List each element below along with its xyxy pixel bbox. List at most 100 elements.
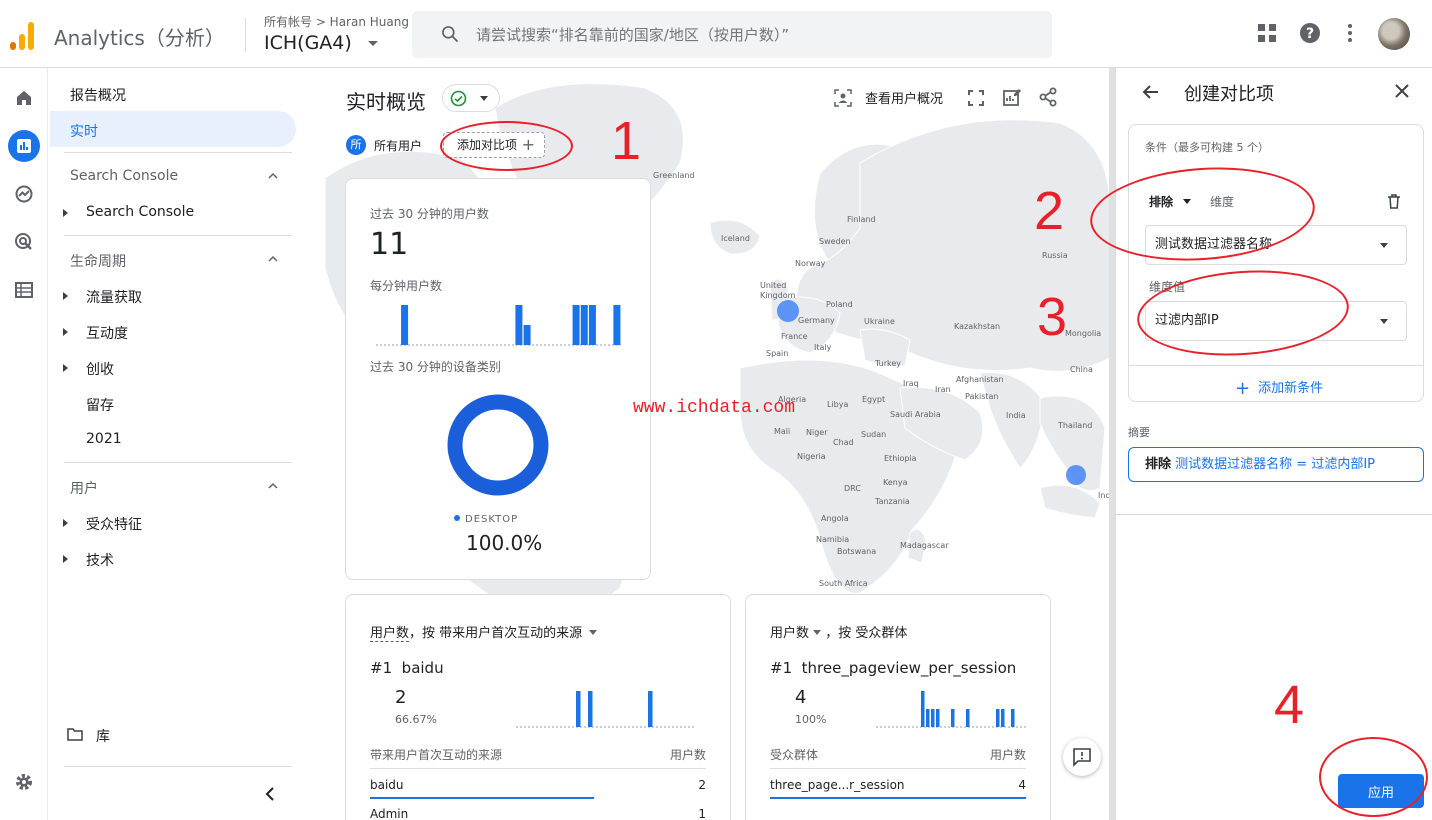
nav-tech[interactable]: 技术 bbox=[86, 550, 114, 570]
users-per-minute-chart[interactable] bbox=[376, 297, 621, 347]
top-source-value: 2 bbox=[395, 687, 407, 708]
audience-sparkline[interactable] bbox=[876, 687, 1026, 729]
nav-reports-snapshot[interactable]: 报告概况 bbox=[70, 85, 126, 105]
map-label: Thailand bbox=[1058, 421, 1093, 430]
table-row[interactable]: three_page...r_session bbox=[770, 778, 905, 792]
nav-library[interactable]: 库 bbox=[96, 726, 110, 746]
nav-engagement[interactable]: 互动度 bbox=[86, 323, 128, 343]
nav-acquisition[interactable]: 流量获取 bbox=[86, 287, 142, 307]
metric-selector[interactable]: 用户数 bbox=[370, 626, 410, 642]
expand-arrow-icon[interactable] bbox=[63, 292, 68, 300]
help-icon[interactable]: ? bbox=[1299, 22, 1321, 44]
add-condition-button[interactable]: + 添加新条件 bbox=[1235, 377, 1323, 399]
close-icon[interactable] bbox=[1395, 84, 1409, 98]
chevron-down-icon[interactable] bbox=[589, 630, 598, 635]
chip-avatar: 所 bbox=[346, 135, 366, 155]
view-user-snapshot-link[interactable]: 查看用户概况 bbox=[865, 88, 943, 107]
more-vert-icon[interactable] bbox=[1339, 22, 1361, 44]
map-label: Ukraine bbox=[864, 317, 895, 326]
map-label: Russia bbox=[1042, 251, 1068, 260]
nav-realtime[interactable]: 实时 bbox=[70, 121, 98, 141]
user-snapshot-icon[interactable] bbox=[834, 89, 852, 107]
nav-section-user[interactable]: 用户 bbox=[70, 478, 98, 498]
home-icon[interactable] bbox=[8, 82, 40, 114]
trash-icon[interactable] bbox=[1387, 194, 1401, 209]
spark-bar bbox=[931, 709, 935, 727]
back-arrow-icon[interactable] bbox=[1142, 83, 1160, 101]
minute-bar bbox=[401, 305, 409, 345]
map-label: Pakistan bbox=[965, 392, 999, 401]
search-input[interactable] bbox=[476, 11, 1036, 58]
collapse-chevron-left-icon[interactable] bbox=[264, 786, 276, 802]
customize-report-icon[interactable] bbox=[1002, 87, 1022, 107]
top-audience-percent: 100% bbox=[795, 713, 827, 726]
map-label: Poland bbox=[826, 300, 853, 309]
conditions-box: 条件（最多可构建 5 个） 排除 维度 测试数据过滤器名称 维度值 过滤内部IP… bbox=[1128, 124, 1424, 402]
user-avatar[interactable] bbox=[1378, 18, 1410, 50]
nav-demographics[interactable]: 受众特征 bbox=[86, 514, 142, 534]
device-percent: 100.0% bbox=[466, 531, 543, 555]
expand-arrow-icon[interactable] bbox=[63, 519, 68, 527]
expand-arrow-icon[interactable] bbox=[63, 364, 68, 372]
map-label: Sweden bbox=[819, 237, 851, 246]
settings-gear-icon[interactable] bbox=[8, 766, 40, 798]
map-label: Spain bbox=[766, 349, 789, 358]
property-selector[interactable]: ICH(GA4) bbox=[264, 32, 352, 54]
top-audience: #1 three_pageview_per_session bbox=[770, 659, 1017, 677]
account-breadcrumb[interactable]: 所有帐号 > Haran Huang bbox=[264, 13, 409, 30]
chevron-down-icon[interactable] bbox=[813, 630, 822, 635]
header-divider bbox=[245, 18, 246, 52]
apps-grid-icon[interactable] bbox=[1256, 22, 1278, 44]
nav-section-lifecycle[interactable]: 生命周期 bbox=[70, 251, 126, 271]
chevron-down-icon[interactable] bbox=[368, 41, 378, 46]
chevron-up-icon[interactable] bbox=[268, 254, 278, 264]
map-label: Turkey bbox=[875, 359, 902, 368]
map-label: Afghanistan bbox=[956, 375, 1004, 384]
map-label: Germany bbox=[798, 316, 835, 325]
fullscreen-icon[interactable] bbox=[967, 89, 985, 107]
advertising-icon[interactable] bbox=[8, 226, 40, 258]
nav-search-console[interactable]: Search Console bbox=[86, 204, 194, 220]
share-icon[interactable] bbox=[1038, 87, 1058, 107]
summary-label: 摘要 bbox=[1128, 426, 1150, 439]
map-label: China bbox=[1070, 365, 1093, 374]
spark-bar bbox=[926, 709, 930, 727]
map-label: Iraq bbox=[903, 379, 919, 388]
dimension-selector[interactable]: ，按 带来用户首次互动的来源 bbox=[409, 626, 582, 641]
device-donut-chart[interactable] bbox=[444, 391, 552, 499]
search-bar[interactable] bbox=[412, 11, 1052, 58]
table-row-value: 1 bbox=[698, 807, 706, 820]
all-users-chip[interactable]: 所 所有用户 bbox=[346, 132, 422, 158]
analytics-logo-icon[interactable] bbox=[8, 20, 38, 50]
chevron-up-icon[interactable] bbox=[268, 481, 278, 491]
table-row[interactable]: baidu bbox=[370, 778, 404, 792]
top-audience-value: 4 bbox=[795, 687, 807, 708]
spark-bar bbox=[648, 691, 653, 727]
nav-monetization[interactable]: 创收 bbox=[86, 359, 114, 379]
configure-list-icon[interactable] bbox=[8, 274, 40, 306]
nav-collection-2021[interactable]: 2021 bbox=[86, 431, 122, 447]
expand-arrow-icon[interactable] bbox=[63, 328, 68, 336]
explore-icon[interactable] bbox=[8, 178, 40, 210]
data-quality-status[interactable] bbox=[442, 84, 500, 112]
feedback-button[interactable] bbox=[1063, 738, 1101, 776]
chevron-up-icon[interactable] bbox=[268, 171, 278, 181]
card-title: 过去 30 分钟的用户数 bbox=[370, 207, 489, 221]
nav-divider bbox=[64, 766, 292, 767]
source-sparkline[interactable] bbox=[516, 687, 696, 729]
table-row-value: 2 bbox=[698, 778, 706, 792]
reports-icon[interactable] bbox=[8, 130, 40, 162]
folder-icon[interactable] bbox=[67, 727, 83, 741]
expand-arrow-icon[interactable] bbox=[63, 209, 68, 217]
nav-retention[interactable]: 留存 bbox=[86, 395, 114, 415]
first-user-source-card: 用户数，按 带来用户首次互动的来源 #1 baidu 2 66.67% 带来用户… bbox=[345, 594, 731, 820]
expand-arrow-icon[interactable] bbox=[63, 555, 68, 563]
map-label: Mongolia bbox=[1065, 329, 1102, 338]
map-label: Kazakhstan bbox=[954, 322, 1001, 331]
table-row[interactable]: Admin bbox=[370, 807, 408, 820]
left-rail bbox=[0, 68, 48, 820]
nav-divider bbox=[64, 462, 292, 463]
nav-section-search-console[interactable]: Search Console bbox=[70, 168, 178, 184]
map-label: Tanzania bbox=[875, 497, 910, 506]
metric-selector[interactable]: 用户数 bbox=[770, 626, 809, 641]
